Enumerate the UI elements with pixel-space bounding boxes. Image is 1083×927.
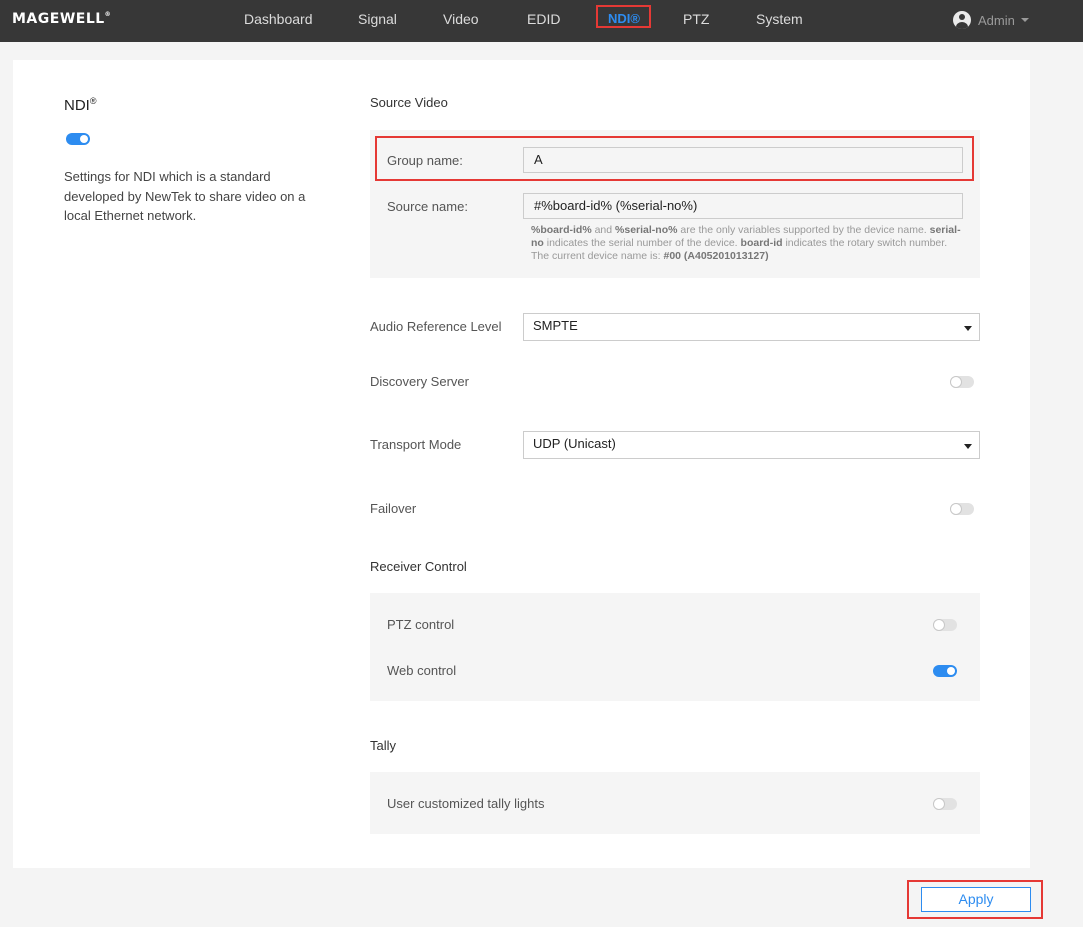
custom-tally-toggle[interactable] [933, 798, 957, 810]
source-name-input[interactable]: #%board-id% (%serial-no%) [523, 193, 963, 219]
audio-reference-level-label: Audio Reference Level [370, 319, 502, 334]
ptz-control-toggle[interactable] [933, 619, 957, 631]
failover-toggle[interactable] [950, 503, 974, 515]
dropdown-arrow-icon [964, 326, 972, 331]
ndi-description: Settings for NDI which is a standard dev… [64, 169, 306, 223]
ptz-control-label: PTZ control [387, 617, 455, 632]
user-avatar-icon [953, 11, 971, 29]
user-name: Admin [978, 12, 1015, 28]
apply-button[interactable]: Apply [921, 887, 1031, 912]
user-menu[interactable]: Admin [953, 10, 1029, 30]
nav-system[interactable]: System [756, 0, 803, 38]
source-name-label: Source name: [387, 199, 468, 214]
web-control-toggle[interactable] [933, 665, 957, 677]
web-control-label: Web control [387, 663, 457, 678]
ndi-enable-toggle[interactable] [66, 133, 90, 145]
page-title: NDI® [64, 96, 97, 114]
failover-label: Failover [370, 501, 417, 516]
dropdown-arrow-icon [964, 444, 972, 449]
top-navigation-bar: MAGEWELL® Dashboard Signal Video EDID ND… [0, 0, 1083, 42]
nav-ndi-highlight-box [596, 5, 651, 28]
audio-reference-level-value: SMPTE [533, 318, 578, 333]
nav-edid[interactable]: EDID [527, 0, 560, 38]
source-name-hint: %board-id% and %serial-no% are the only … [531, 224, 961, 262]
nav-video[interactable]: Video [443, 0, 479, 38]
group-name-label: Group name: [387, 153, 463, 168]
receiver-control-heading: Receiver Control [370, 559, 467, 574]
receiver-control-panel [370, 593, 980, 701]
transport-mode-select[interactable]: UDP (Unicast) [523, 431, 980, 459]
discovery-server-toggle[interactable] [950, 376, 974, 388]
nav-ptz[interactable]: PTZ [683, 0, 709, 38]
nav-signal[interactable]: Signal [358, 0, 397, 38]
transport-mode-value: UDP (Unicast) [533, 436, 616, 451]
custom-tally-label: User customized tally lights [387, 796, 545, 811]
nav-dashboard[interactable]: Dashboard [244, 0, 313, 38]
chevron-down-icon [1020, 18, 1029, 22]
source-video-heading: Source Video [370, 95, 448, 110]
transport-mode-label: Transport Mode [370, 437, 462, 452]
group-name-input[interactable]: A [523, 147, 963, 173]
discovery-server-label: Discovery Server [370, 374, 469, 389]
magewell-logo: MAGEWELL® [12, 11, 112, 27]
audio-reference-level-select[interactable]: SMPTE [523, 313, 980, 341]
tally-heading: Tally [370, 738, 397, 753]
